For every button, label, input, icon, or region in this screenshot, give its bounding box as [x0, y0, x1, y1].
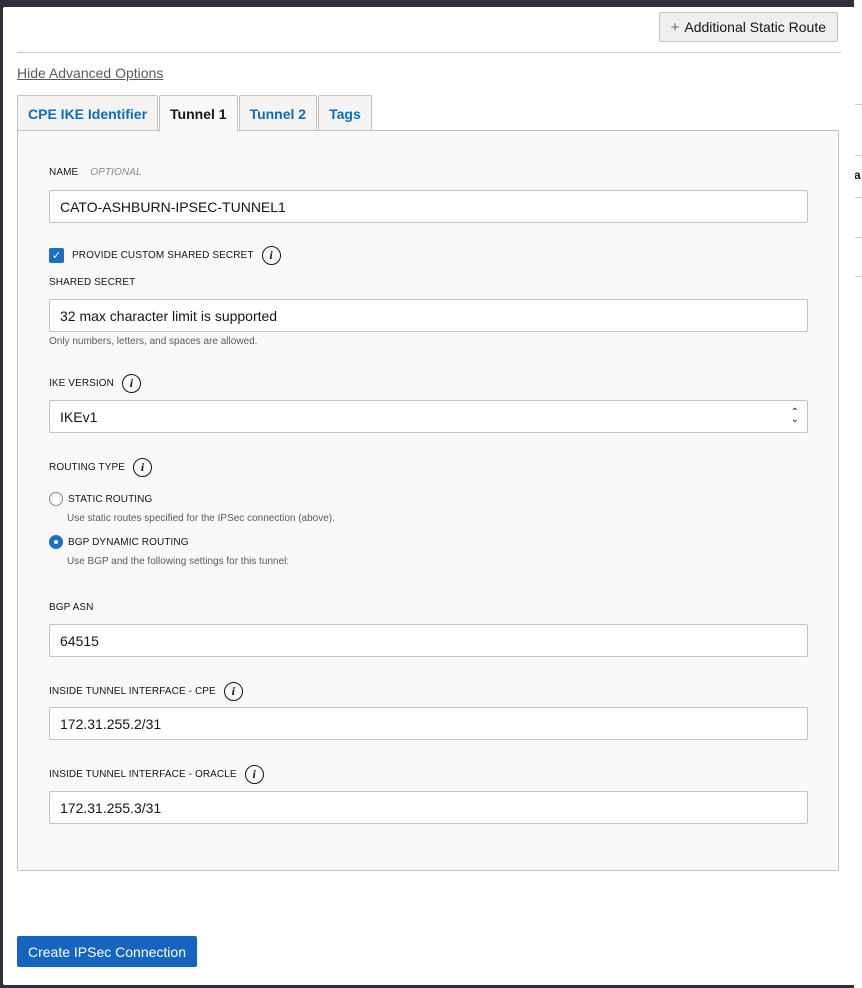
info-icon[interactable]: i	[133, 458, 153, 477]
bgp-asn-value: 64515	[60, 632, 99, 649]
additional-static-route-label: Additional Static Route	[684, 19, 826, 35]
shared-secret-input[interactable]: 32 max character limit is supported	[49, 299, 808, 332]
tunnel-name-input[interactable]: CATO-ASHBURN-IPSEC-TUNNEL1	[49, 190, 808, 223]
ike-version-select[interactable]: IKEv1 ⌃ ⌄	[49, 400, 808, 433]
oracle-interface-label-row: INSIDE TUNNEL INTERFACE - ORACLE i	[49, 765, 264, 784]
bgp-asn-input[interactable]: 64515	[49, 624, 808, 657]
bgp-routing-radio[interactable]	[49, 535, 63, 549]
backdrop-text: a	[854, 168, 861, 182]
cpe-interface-label: INSIDE TUNNEL INTERFACE - CPE	[49, 686, 216, 697]
tab-tunnel-1[interactable]: Tunnel 1	[159, 95, 238, 132]
shared-secret-value: 32 max character limit is supported	[60, 307, 278, 324]
backdrop-divider	[854, 237, 862, 238]
ipsec-connection-dialog: + Additional Static Route Hide Advanced …	[3, 7, 855, 985]
shared-secret-label: SHARED SECRET	[49, 277, 136, 288]
plus-icon: +	[670, 18, 680, 36]
tunnel-name-value: CATO-ASHBURN-IPSEC-TUNNEL1	[60, 198, 286, 215]
info-icon[interactable]: i	[122, 374, 142, 393]
tab-cpe-ike-identifier[interactable]: CPE IKE Identifier	[17, 95, 159, 131]
section-divider	[17, 52, 841, 53]
oracle-interface-input[interactable]: 172.31.255.3/31	[49, 791, 808, 824]
ike-version-label-row: IKE VERSION i	[49, 374, 142, 393]
bgp-asn-label: BGP ASN	[49, 602, 94, 613]
routing-type-label-row: ROUTING TYPE i	[49, 458, 153, 477]
static-routing-option[interactable]: STATIC ROUTING	[49, 492, 152, 506]
tunnel-1-panel: NAME OPTIONAL CATO-ASHBURN-IPSEC-TUNNEL1…	[17, 130, 839, 871]
bgp-routing-option[interactable]: BGP DYNAMIC ROUTING	[49, 535, 189, 549]
routing-type-label: ROUTING TYPE	[49, 462, 126, 473]
bgp-routing-label: BGP DYNAMIC ROUTING	[68, 536, 189, 548]
name-label: NAME OPTIONAL	[49, 167, 142, 178]
custom-shared-secret-label: PROVIDE CUSTOM SHARED SECRET	[72, 250, 254, 261]
backdrop-divider	[854, 197, 862, 198]
backdrop-page: a	[854, 0, 862, 988]
name-label-text: NAME	[49, 167, 79, 178]
create-ipsec-connection-button[interactable]: Create IPSec Connection	[17, 936, 197, 967]
static-routes-toolbar: + Additional Static Route	[3, 7, 855, 53]
info-icon[interactable]: i	[223, 682, 243, 701]
optional-tag: OPTIONAL	[90, 167, 142, 178]
additional-static-route-button[interactable]: + Additional Static Route	[658, 12, 838, 42]
advanced-options-tabs: CPE IKE Identifier Tunnel 1 Tunnel 2 Tag…	[17, 95, 373, 132]
custom-shared-secret-checkbox[interactable]: ✓	[49, 248, 64, 263]
tab-tags[interactable]: Tags	[318, 95, 372, 131]
oracle-interface-value: 172.31.255.3/31	[60, 799, 162, 816]
static-routing-label: STATIC ROUTING	[68, 493, 153, 505]
ike-version-value: IKEv1	[60, 408, 98, 425]
info-icon[interactable]: i	[261, 246, 281, 265]
shared-secret-hint: Only numbers, letters, and spaces are al…	[49, 336, 258, 347]
bgp-routing-description: Use BGP and the following settings for t…	[67, 556, 290, 567]
static-routing-description: Use static routes specified for the IPSe…	[67, 513, 335, 524]
cpe-interface-label-row: INSIDE TUNNEL INTERFACE - CPE i	[49, 682, 243, 701]
cpe-interface-value: 172.31.255.2/31	[60, 715, 162, 732]
info-icon[interactable]: i	[244, 765, 264, 784]
static-routing-radio[interactable]	[49, 492, 63, 506]
backdrop-divider	[854, 276, 862, 277]
custom-shared-secret-row: ✓ PROVIDE CUSTOM SHARED SECRET i	[49, 246, 281, 265]
hide-advanced-options-link[interactable]: Hide Advanced Options	[17, 65, 163, 81]
backdrop-divider	[854, 155, 862, 156]
backdrop-divider	[854, 104, 862, 105]
ike-version-label: IKE VERSION	[49, 378, 115, 389]
cpe-interface-input[interactable]: 172.31.255.2/31	[49, 707, 808, 740]
select-chevron-icon: ⌃ ⌄	[790, 407, 799, 425]
oracle-interface-label: INSIDE TUNNEL INTERFACE - ORACLE	[49, 769, 237, 780]
tab-tunnel-2[interactable]: Tunnel 2	[238, 95, 318, 131]
